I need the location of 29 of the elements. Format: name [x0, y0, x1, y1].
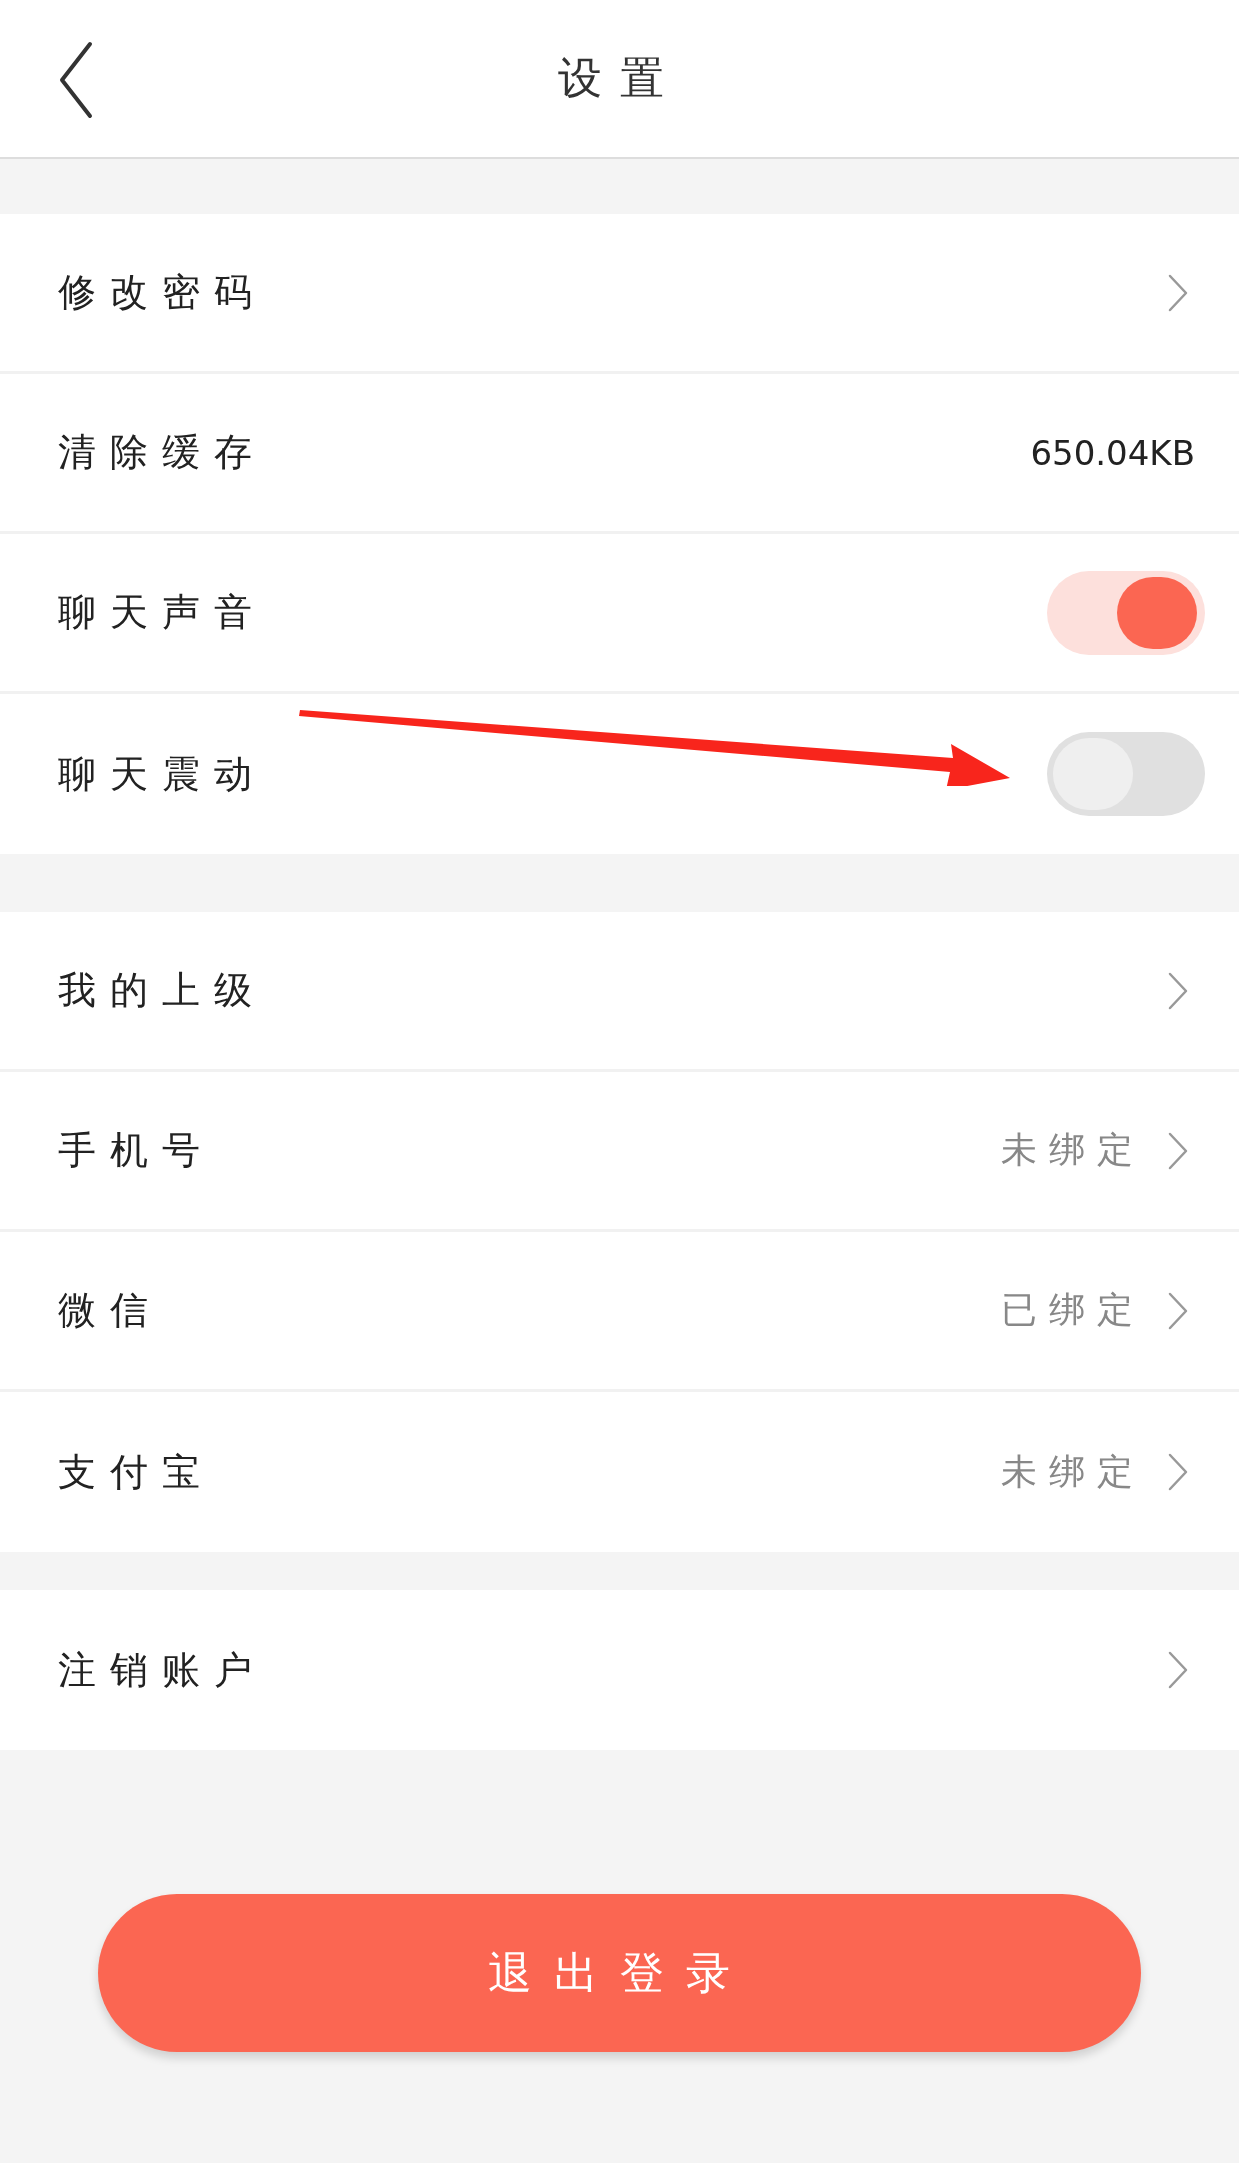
row-label: 聊天震动 — [58, 751, 267, 797]
row-label: 聊天声音 — [58, 590, 267, 635]
settings-row[interactable]: 我的上级 — [0, 912, 1239, 1072]
settings-row[interactable]: 聊天震动 — [0, 694, 1239, 854]
settings-row[interactable]: 微信 已绑定 — [0, 1232, 1239, 1392]
chevron-right-icon — [1167, 1130, 1189, 1171]
row-value: 已绑定 — [1001, 1289, 1145, 1332]
chevron-right-icon — [1167, 1650, 1189, 1690]
row-label: 清除缓存 — [58, 430, 267, 475]
chevron-right-icon — [1167, 970, 1189, 1011]
row-label: 我的上级 — [58, 968, 267, 1013]
chevron-right-icon — [1167, 1290, 1189, 1331]
settings-row[interactable]: 支付宝 未绑定 — [0, 1392, 1239, 1552]
row-label: 支付宝 — [58, 1449, 215, 1495]
settings-row[interactable]: 注销账户 — [0, 1590, 1239, 1750]
row-value: 650.04KB — [1030, 432, 1195, 473]
settings-row[interactable]: 修改密码 — [0, 214, 1239, 374]
settings-row[interactable]: 清除缓存 650.04KB — [0, 374, 1239, 534]
chevron-right-icon — [1167, 1452, 1189, 1492]
row-label: 注销账户 — [58, 1647, 267, 1693]
row-label: 手机号 — [58, 1128, 215, 1173]
row-value: 未绑定 — [1001, 1450, 1145, 1494]
page-title: 设置 — [557, 53, 682, 105]
row-label: 修改密码 — [58, 270, 267, 315]
settings-row[interactable]: 手机号 未绑定 — [0, 1072, 1239, 1232]
chevron-right-icon — [1167, 272, 1189, 313]
settings-row[interactable]: 聊天声音 — [0, 534, 1239, 694]
row-label: 微信 — [58, 1288, 163, 1333]
row-value: 未绑定 — [1001, 1129, 1145, 1172]
